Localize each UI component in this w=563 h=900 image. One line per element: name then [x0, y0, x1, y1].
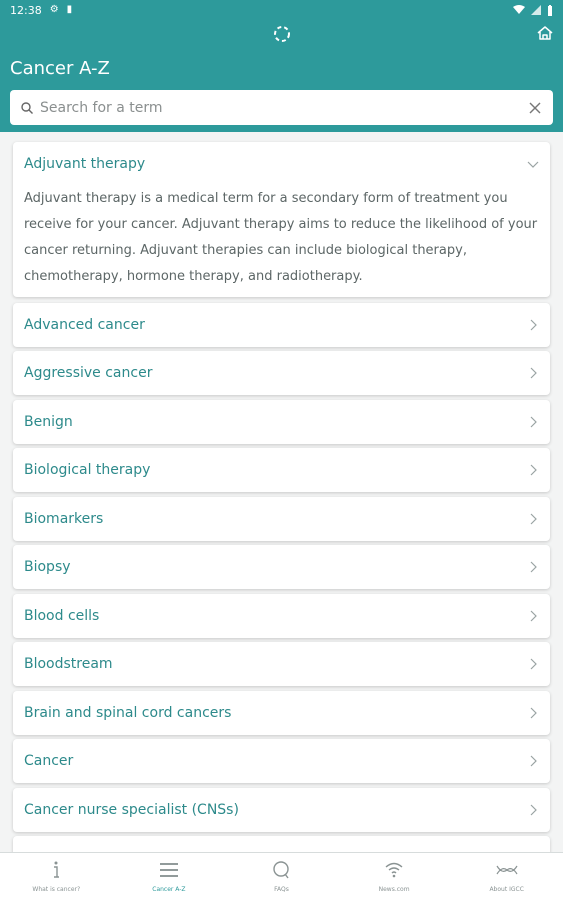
- status-left: 12:38 ⚙ ▮: [10, 4, 72, 17]
- term-label: Cancer: [24, 753, 74, 769]
- nav-about[interactable]: About IGCC: [450, 853, 563, 900]
- term-card[interactable]: Benign: [13, 400, 550, 444]
- term-card-partial[interactable]: [13, 836, 550, 852]
- term-row[interactable]: Adjuvant therapy: [13, 142, 550, 186]
- term-card[interactable]: Cancer: [13, 739, 550, 783]
- nav-label: FAQs: [274, 886, 289, 893]
- nav-label: What is cancer?: [32, 886, 81, 893]
- chevron-right-icon: [530, 755, 537, 767]
- term-label: Brain and spinal cord cancers: [24, 705, 232, 721]
- term-label: Adjuvant therapy: [24, 156, 146, 172]
- status-bar: 12:38 ⚙ ▮: [0, 0, 563, 20]
- chevron-right-icon: [530, 367, 537, 379]
- sd-card-status-icon: ▮: [66, 4, 73, 15]
- term-description: Adjuvant therapy is a medical term for a…: [24, 191, 538, 284]
- term-label: Benign: [24, 414, 73, 430]
- term-label: Cancer nurse specialist (CNSs): [24, 802, 239, 818]
- chevron-right-icon: [530, 804, 537, 816]
- info-icon: [54, 861, 60, 878]
- page-title: Cancer A-Z: [10, 58, 110, 79]
- search-icon: [21, 101, 33, 114]
- nav-label: News.com: [378, 886, 410, 893]
- loading-spinner-icon: [274, 26, 290, 42]
- chevron-right-icon: [530, 658, 537, 670]
- signal-status-icon: [531, 5, 541, 15]
- list-icon: [159, 863, 178, 877]
- chevron-right-icon: [530, 513, 537, 525]
- search-bar: [10, 90, 553, 125]
- wifi-icon: [385, 862, 403, 878]
- term-card[interactable]: Aggressive cancer: [13, 351, 550, 395]
- term-label: Biopsy: [24, 559, 71, 575]
- nav-cancer-a-z[interactable]: Cancer A-Z: [113, 853, 226, 900]
- chevron-right-icon: [530, 707, 537, 719]
- nav-label: Cancer A-Z: [152, 886, 186, 893]
- nav-label: About IGCC: [489, 886, 524, 893]
- term-card[interactable]: Biological therapy: [13, 448, 550, 492]
- chevron-right-icon: [530, 319, 537, 331]
- term-label: Biological therapy: [24, 462, 151, 478]
- term-card-adjuvant-therapy[interactable]: Adjuvant therapy Adjuvant therapy is a m…: [13, 142, 550, 297]
- home-icon[interactable]: [535, 23, 555, 43]
- chevron-right-icon: [530, 610, 537, 622]
- search-input[interactable]: [40, 99, 527, 116]
- term-label: Bloodstream: [24, 656, 113, 672]
- nav-what-is-cancer[interactable]: What is cancer?: [0, 853, 113, 900]
- term-list: Adjuvant therapy Adjuvant therapy is a m…: [0, 132, 563, 852]
- chevron-right-icon: [530, 416, 537, 428]
- term-card[interactable]: Blood cells: [13, 594, 550, 638]
- chevron-down-icon: [527, 161, 539, 168]
- term-label: Advanced cancer: [24, 317, 145, 333]
- battery-status-icon: [548, 4, 552, 16]
- status-right: [513, 4, 553, 16]
- term-card[interactable]: Brain and spinal cord cancers: [13, 691, 550, 735]
- term-card[interactable]: Advanced cancer: [13, 303, 550, 347]
- dna-icon: [496, 865, 518, 875]
- term-card[interactable]: Bloodstream: [13, 642, 550, 686]
- term-card[interactable]: Biomarkers: [13, 497, 550, 541]
- chat-bubble-icon: [273, 861, 290, 879]
- chevron-right-icon: [530, 464, 537, 476]
- term-label: Biomarkers: [24, 511, 104, 527]
- term-label: Blood cells: [24, 608, 100, 624]
- nav-news[interactable]: News.com: [338, 853, 451, 900]
- clear-icon[interactable]: [527, 100, 543, 116]
- term-card[interactable]: Biopsy: [13, 545, 550, 589]
- term-label: Aggressive cancer: [24, 365, 153, 381]
- term-card[interactable]: Cancer nurse specialist (CNSs): [13, 788, 550, 832]
- bottom-nav: What is cancer? Cancer A-Z FAQs News.com…: [0, 852, 563, 900]
- wifi-status-icon: [513, 5, 525, 14]
- settings-status-icon: ⚙: [49, 4, 59, 15]
- chevron-right-icon: [530, 561, 537, 573]
- nav-faqs[interactable]: FAQs: [225, 853, 338, 900]
- status-time: 12:38: [10, 3, 42, 17]
